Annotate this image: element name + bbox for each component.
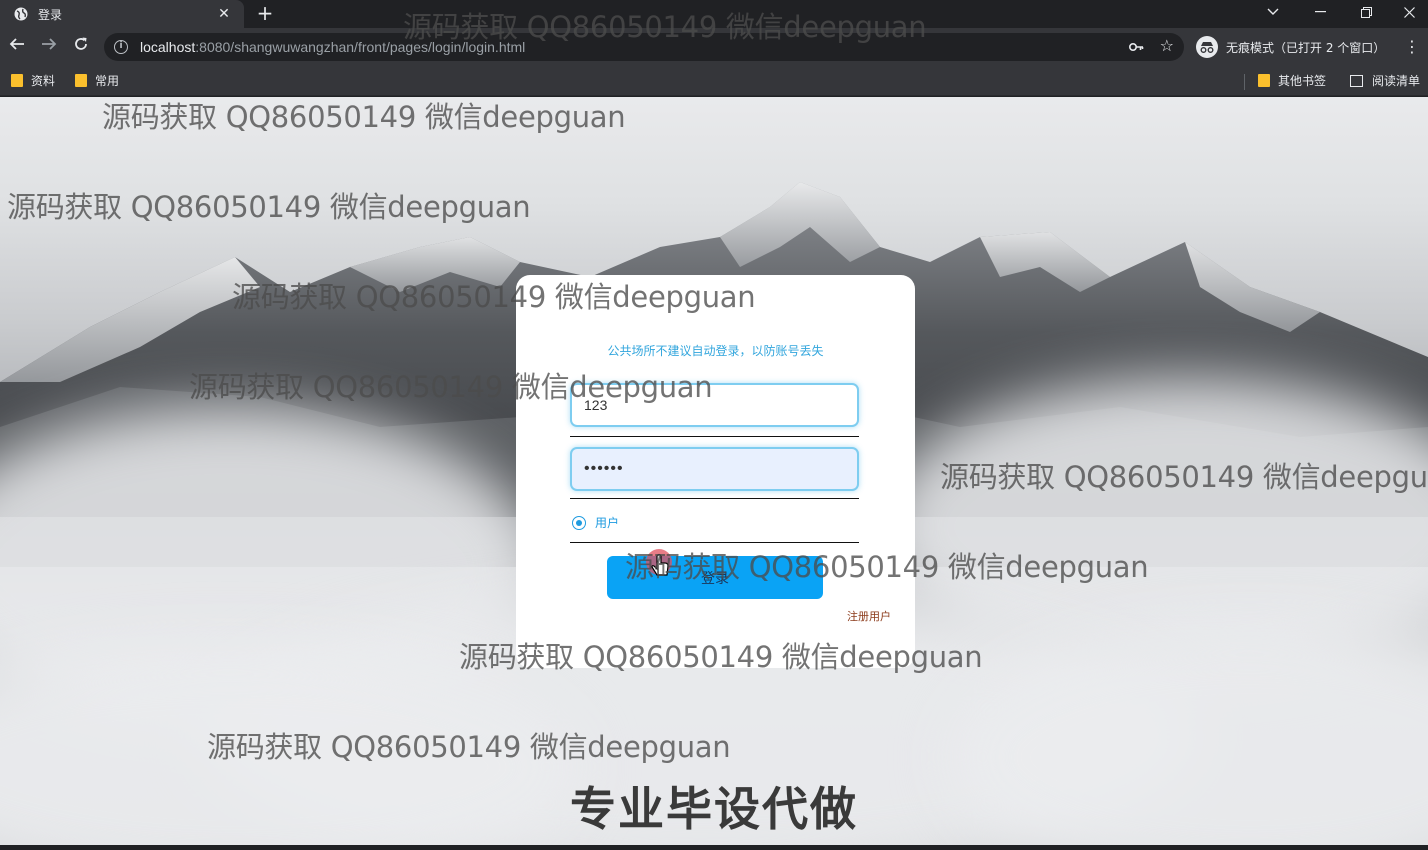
- bookmark-label: 资料: [31, 74, 56, 88]
- folder-icon: [75, 74, 87, 87]
- divider: [570, 498, 859, 499]
- role-label: 用户: [595, 516, 620, 530]
- login-card: 公共场所不建议自动登录，以防账号丢失 123 •••••• 用户 登录 注册用户: [516, 275, 915, 668]
- role-radio-user[interactable]: 用户: [572, 514, 619, 531]
- kebab-menu-icon[interactable]: ⋮: [1404, 37, 1420, 56]
- password-input[interactable]: ••••••: [570, 447, 859, 491]
- register-link[interactable]: 注册用户: [847, 608, 891, 624]
- login-notice: 公共场所不建议自动登录，以防账号丢失: [607, 344, 824, 358]
- watermark-text: 源码获取 QQ86050149 微信deepguan: [625, 550, 1149, 584]
- overlay-ad-text: 专业毕设代做: [570, 782, 858, 836]
- reading-list-label: 阅读清单: [1372, 74, 1421, 88]
- incognito-icon: [1196, 36, 1218, 58]
- reading-list[interactable]: 阅读清单: [1350, 72, 1420, 89]
- watermark-text: 源码获取 QQ86050149 微信deepguan: [102, 100, 626, 134]
- watermark-text: 源码获取 QQ86050149 微信deepguan: [403, 10, 927, 44]
- bottom-edge: [0, 845, 1428, 850]
- site-info-icon[interactable]: i: [114, 40, 128, 54]
- divider: [570, 542, 859, 543]
- forward-arrow-icon[interactable]: [37, 35, 61, 59]
- restore-icon[interactable]: [1343, 0, 1389, 24]
- watermark-text: 源码获取 QQ86050149 微信deepguan: [207, 730, 731, 764]
- incognito-label: 无痕模式（已打开 2 个窗口）: [1226, 40, 1386, 55]
- incognito-indicator[interactable]: 无痕模式（已打开 2 个窗口）: [1194, 33, 1393, 61]
- divider: [570, 436, 859, 437]
- bookmarks-divider: [1244, 74, 1245, 90]
- close-window-icon[interactable]: [1386, 0, 1428, 24]
- reading-list-icon: [1350, 74, 1363, 87]
- watermark-text: 源码获取 QQ86050149 微信deepguan: [7, 190, 531, 224]
- bookmark-label: 常用: [95, 74, 120, 88]
- radio-selected-icon[interactable]: [572, 515, 586, 530]
- url-host: localhost: [140, 39, 196, 55]
- bookmark-folder-changyong[interactable]: 常用: [75, 72, 119, 89]
- folder-icon: [11, 74, 23, 87]
- folder-icon: [1258, 74, 1270, 87]
- watermark-text: 源码获取 QQ86050149 微信deepgu: [940, 460, 1428, 494]
- other-bookmarks-label: 其他书签: [1278, 74, 1327, 88]
- minimize-icon[interactable]: [1297, 0, 1343, 24]
- watermark-text: 源码获取 QQ86050149 微信deepguan: [189, 370, 713, 404]
- reload-icon[interactable]: [69, 35, 93, 59]
- active-tab[interactable]: 登录 ✕: [0, 0, 244, 28]
- watermark-text: 源码获取 QQ86050149 微信deepguan: [459, 640, 983, 674]
- tab-title: 登录: [38, 7, 63, 22]
- back-arrow-icon[interactable]: [5, 35, 29, 59]
- bookmarks-bar: 资料 常用 其他书签 阅读清单: [0, 66, 1428, 96]
- globe-icon: [14, 7, 28, 21]
- tab-close-icon[interactable]: ✕: [216, 6, 232, 22]
- bookmark-folder-ziliao[interactable]: 资料: [11, 72, 55, 89]
- bookmark-star-icon[interactable]: ☆: [1160, 36, 1174, 55]
- new-tab-button[interactable]: +: [254, 2, 276, 24]
- tab-search-chevron-icon[interactable]: [1250, 0, 1296, 24]
- key-icon[interactable]: [1128, 39, 1144, 55]
- watermark-text: 源码获取 QQ86050149 微信deepguan: [232, 280, 756, 314]
- other-bookmarks[interactable]: 其他书签: [1258, 72, 1326, 89]
